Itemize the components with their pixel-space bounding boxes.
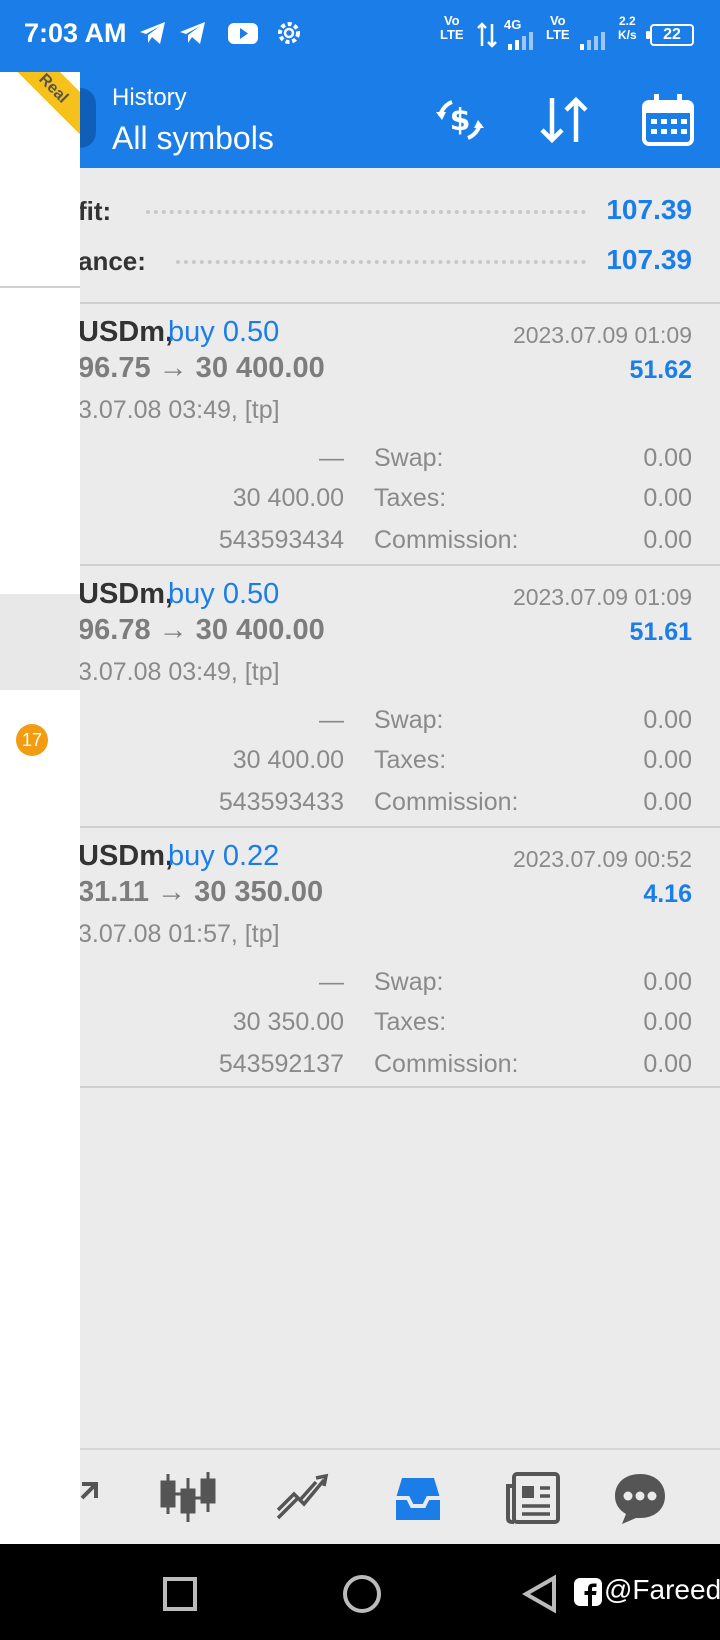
signal-icon [580,32,605,50]
trade-row[interactable]: USDm, buy 0.50 2023.07.09 01:09 96.75 → … [0,304,720,564]
taxes-label: Taxes: [374,1008,447,1036]
volte-indicator-2: Vo LTE [546,13,570,42]
trade-sl: — [319,444,344,472]
calendar-icon[interactable] [638,90,698,150]
profit-value: 107.39 [606,194,692,225]
status-bar: 7:03 AM Vo LTE 4G Vo LTE 2.2 K/s 22 [0,0,720,72]
watermark-text: @Fareed [604,1574,720,1605]
divider [0,1086,720,1088]
trade-row[interactable]: USDm, buy 0.22 2023.07.09 00:52 31.11 → … [0,828,720,1088]
telegram-icon [180,22,205,44]
status-time: 7:03 AM [24,18,127,48]
drawer-divider [0,286,80,288]
commission-label: Commission: [374,526,519,554]
commission-value: 0.00 [643,526,692,554]
trade-ticket: 543592137 [218,1050,344,1078]
battery-indicator: 22 [646,24,694,46]
trade-side: buy 0.50 [168,316,280,348]
currency-exchange-icon[interactable]: $ [430,90,490,150]
svg-text:$: $ [450,103,471,138]
back-icon[interactable] [520,1574,560,1614]
trade-prices: 96.75 → 30 400.00 [78,352,325,384]
dot-leader [146,210,586,214]
balance-label: ance: [78,246,146,276]
youtube-icon [228,23,258,44]
trade-side: buy 0.50 [168,578,280,610]
facebook-icon [574,1578,602,1606]
chat-icon[interactable] [610,1468,670,1528]
trade-ticket: 543593433 [218,788,344,816]
trade-symbol: USDm, [78,578,174,610]
trade-sl: — [319,968,344,996]
trade-tp: 30 350.00 [232,1008,344,1036]
trade-close-info: 3.07.08 03:49, [tp] [78,396,280,424]
trade-tp: 30 400.00 [232,484,344,512]
net-speed: 2.2 K/s [618,14,637,42]
telegram-icon [140,22,165,44]
balance-value: 107.39 [606,244,692,275]
dot-leader [176,260,586,264]
swap-value: 0.00 [643,444,692,472]
summary-balance-row: ance: 107.39 [0,236,720,286]
signal-icon [508,32,533,50]
trade-profit: 51.61 [629,618,692,646]
network-gen: 4G [504,17,522,32]
news-icon[interactable] [504,1468,564,1528]
bottom-nav [0,1448,720,1544]
taxes-value: 0.00 [643,484,692,512]
taxes-label: Taxes: [374,484,447,512]
trade-tp: 30 400.00 [232,746,344,774]
chart-candles-icon[interactable] [158,1468,218,1528]
trade-ticket: 543593434 [218,526,344,554]
header-title[interactable]: All symbols [112,120,274,157]
taxes-value: 0.00 [643,1008,692,1036]
profit-label: fit: [78,196,112,226]
taxes-value: 0.00 [643,746,692,774]
trade-profit: 51.62 [629,356,692,384]
recents-icon[interactable] [160,1574,200,1614]
swap-label: Swap: [374,706,444,734]
history-icon[interactable] [388,1468,448,1528]
trade-row[interactable]: USDm, buy 0.50 2023.07.09 01:09 96.78 → … [0,566,720,826]
sort-icon[interactable] [534,90,594,150]
taxes-label: Taxes: [374,746,447,774]
trade-symbol: USDm, [78,840,174,872]
trade-open-date: 2023.07.09 00:52 [512,846,692,872]
commission-label: Commission: [374,788,519,816]
home-icon[interactable] [340,1572,384,1616]
side-drawer: Real 17 [0,72,80,1544]
swap-value: 0.00 [643,968,692,996]
settings-gear-icon [278,22,300,44]
trade-open-date: 2023.07.09 01:09 [512,322,692,348]
trade-close-info: 3.07.08 01:57, [tp] [78,920,280,948]
swap-label: Swap: [374,968,444,996]
swap-value: 0.00 [643,706,692,734]
app-header: History All symbols $ [0,72,720,168]
trade-profit: 4.16 [643,880,692,908]
trade-side: buy 0.22 [168,840,280,872]
trade-prices: 96.78 → 30 400.00 [78,614,325,646]
commission-label: Commission: [374,1050,519,1078]
summary-profit-row: fit: 107.39 [0,186,720,236]
trade-close-info: 3.07.08 03:49, [tp] [78,658,280,686]
trade-prices: 31.11 → 30 350.00 [78,876,324,908]
trade-sl: — [319,706,344,734]
trade-symbol: USDm, [78,316,174,348]
swap-label: Swap: [374,444,444,472]
system-nav-bar: @Fareed [0,1544,720,1640]
drawer-item-selected[interactable] [0,594,80,690]
data-arrows-icon [477,22,497,48]
trade-open-date: 2023.07.09 01:09 [512,584,692,610]
app-logo [80,88,96,148]
trade-icon[interactable] [272,1468,332,1528]
notification-badge[interactable]: 17 [16,724,48,756]
volte-indicator: Vo LTE [440,13,464,42]
commission-value: 0.00 [643,788,692,816]
commission-value: 0.00 [643,1050,692,1078]
header-subtitle: History [112,84,187,111]
